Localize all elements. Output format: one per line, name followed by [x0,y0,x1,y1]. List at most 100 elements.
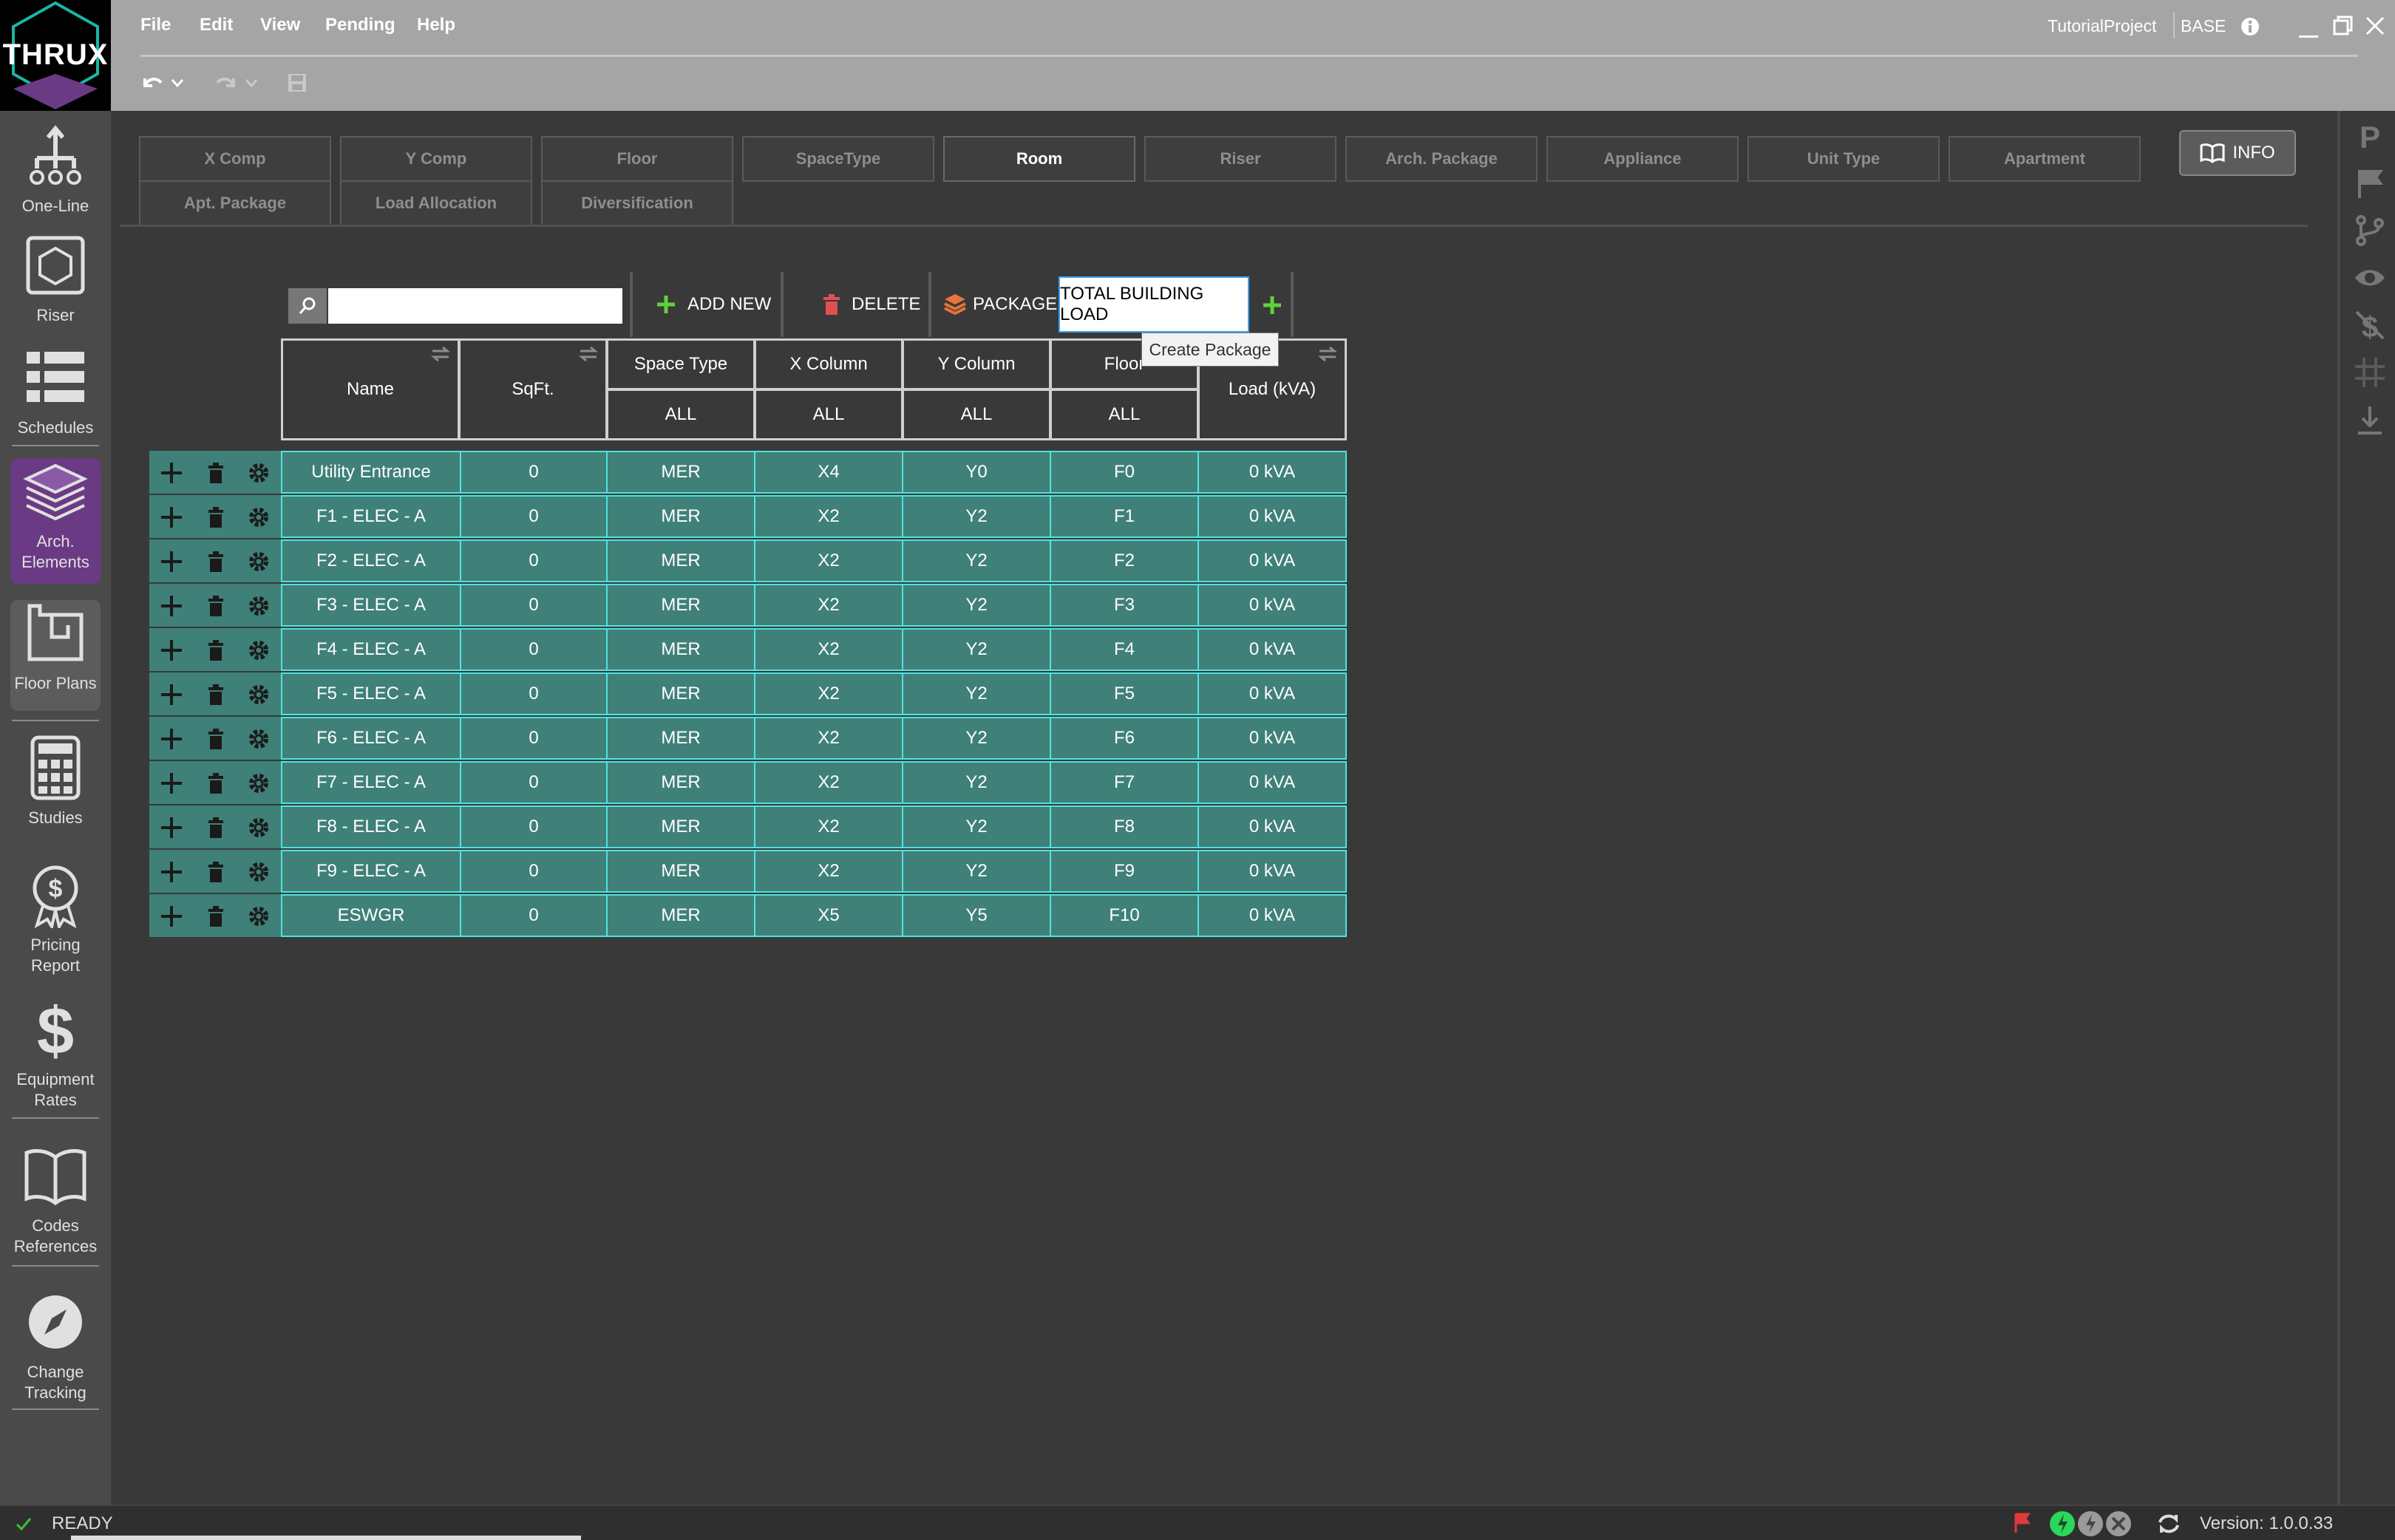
add-row-icon[interactable] [158,504,185,531]
cell-space-type[interactable]: MER [606,584,755,627]
cell-name[interactable]: F3 - ELEC - A [281,584,461,627]
cell-floor[interactable]: F9 [1050,850,1199,893]
table-row[interactable]: F1 - ELEC - A 0 MER X2 Y2 F1 0 kVA [149,495,1347,539]
filter-space-type[interactable]: ALL [606,389,755,440]
cell-name[interactable]: ESWGR [281,894,461,937]
menu-view[interactable]: View [260,15,300,35]
menu-file[interactable]: File [140,15,171,35]
cell-load[interactable]: 0 kVA [1198,539,1347,582]
cell-x-column[interactable]: X2 [754,717,903,760]
table-row[interactable]: F7 - ELEC - A 0 MER X2 Y2 F7 0 kVA [149,761,1347,805]
table-row[interactable]: F4 - ELEC - A 0 MER X2 Y2 F4 0 kVA [149,628,1347,672]
add-row-icon[interactable] [158,903,185,930]
sidebar-item-equipment-rates[interactable]: $ Equipment Rates [10,995,101,1111]
cell-sqft[interactable]: 0 [460,850,608,893]
eye-icon[interactable] [2354,262,2386,294]
filter-x-column[interactable]: ALL [754,389,903,440]
tab-riser[interactable]: Riser [1144,136,1336,182]
trash-icon[interactable] [203,770,229,797]
menu-edit[interactable]: Edit [200,15,233,35]
add-row-icon[interactable] [158,770,185,797]
cell-y-column[interactable]: Y0 [902,451,1051,494]
cell-floor[interactable]: F10 [1050,894,1199,937]
cell-x-column[interactable]: X2 [754,805,903,848]
trash-icon[interactable] [203,593,229,619]
filter-y-column[interactable]: ALL [902,389,1051,440]
header-space-type[interactable]: Space Type [606,338,755,390]
cell-load[interactable]: 0 kVA [1198,628,1347,671]
cell-space-type[interactable]: MER [606,628,755,671]
add-row-icon[interactable] [158,726,185,752]
cell-y-column[interactable]: Y2 [902,717,1051,760]
parking-p-icon[interactable]: P [2354,120,2386,152]
add-row-icon[interactable] [158,814,185,841]
cell-space-type[interactable]: MER [606,717,755,760]
tab-appliance[interactable]: Appliance [1546,136,1739,182]
cell-name[interactable]: F4 - ELEC - A [281,628,461,671]
redo-icon[interactable] [214,71,238,95]
sidebar-item-codes-references[interactable]: Codes References [10,1142,101,1257]
close-icon[interactable] [2364,15,2386,37]
cell-name[interactable]: F8 - ELEC - A [281,805,461,848]
table-row[interactable]: F8 - ELEC - A 0 MER X2 Y2 F8 0 kVA [149,805,1347,850]
tab-apartment[interactable]: Apartment [1949,136,2141,182]
fan-status-icon[interactable] [2105,1510,2132,1537]
cell-name[interactable]: F5 - ELEC - A [281,672,461,715]
sidebar-item-one-line[interactable]: One-Line [10,123,101,217]
cell-floor[interactable]: F1 [1050,495,1199,538]
add-row-icon[interactable] [158,859,185,885]
tab-room[interactable]: Room [943,136,1135,182]
table-row[interactable]: ESWGR 0 MER X5 Y5 F10 0 kVA [149,894,1347,938]
red-flag-icon[interactable] [2012,1512,2031,1534]
table-row[interactable]: F5 - ELEC - A 0 MER X2 Y2 F5 0 kVA [149,672,1347,717]
cell-floor[interactable]: F2 [1050,539,1199,582]
gear-icon[interactable] [245,903,272,930]
add-row-icon[interactable] [158,681,185,708]
cell-y-column[interactable]: Y2 [902,850,1051,893]
cell-sqft[interactable]: 0 [460,805,608,848]
minimize-icon[interactable] [2297,18,2320,40]
table-row[interactable]: Utility Entrance 0 MER X4 Y0 F0 0 kVA [149,451,1347,495]
cell-x-column[interactable]: X2 [754,495,903,538]
cell-y-column[interactable]: Y2 [902,584,1051,627]
filter-floor[interactable]: ALL [1050,389,1199,440]
tab-floor[interactable]: Floor [541,136,733,182]
cell-y-column[interactable]: Y2 [902,761,1051,804]
info-button[interactable]: INFO [2179,130,2296,176]
cell-floor[interactable]: F6 [1050,717,1199,760]
create-package-plus-icon[interactable] [1261,294,1283,316]
cell-y-column[interactable]: Y2 [902,805,1051,848]
cell-floor[interactable]: F5 [1050,672,1199,715]
cell-sqft[interactable]: 0 [460,761,608,804]
sidebar-item-floor-plans[interactable]: Floor Plans [10,600,101,711]
gear-icon[interactable] [245,726,272,752]
trash-icon[interactable] [203,726,229,752]
sync-icon[interactable] [2156,1510,2182,1537]
cell-y-column[interactable]: Y2 [902,495,1051,538]
cell-sqft[interactable]: 0 [460,451,608,494]
cell-y-column[interactable]: Y2 [902,628,1051,671]
menu-pending[interactable]: Pending [325,15,395,35]
cell-load[interactable]: 0 kVA [1198,672,1347,715]
sidebar-item-schedules[interactable]: Schedules [10,344,101,438]
tab-arch-package[interactable]: Arch. Package [1345,136,1538,182]
table-row[interactable]: F3 - ELEC - A 0 MER X2 Y2 F3 0 kVA [149,584,1347,628]
delete-button[interactable]: DELETE [822,273,920,335]
cell-name[interactable]: Utility Entrance [281,451,461,494]
cell-space-type[interactable]: MER [606,495,755,538]
sidebar-item-studies[interactable]: Studies [10,735,101,828]
gear-icon[interactable] [245,460,272,486]
cell-y-column[interactable]: Y2 [902,672,1051,715]
cell-x-column[interactable]: X2 [754,584,903,627]
gear-icon[interactable] [245,504,272,531]
cell-x-column[interactable]: X2 [754,850,903,893]
cell-load[interactable]: 0 kVA [1198,850,1347,893]
cell-load[interactable]: 0 kVA [1198,761,1347,804]
header-sqft[interactable]: SqFt. [458,338,608,440]
cell-floor[interactable]: F0 [1050,451,1199,494]
download-icon[interactable] [2354,403,2386,436]
trash-icon[interactable] [203,814,229,841]
add-row-icon[interactable] [158,460,185,486]
header-y-column[interactable]: Y Column [902,338,1051,390]
tab-unit-type[interactable]: Unit Type [1747,136,1940,182]
